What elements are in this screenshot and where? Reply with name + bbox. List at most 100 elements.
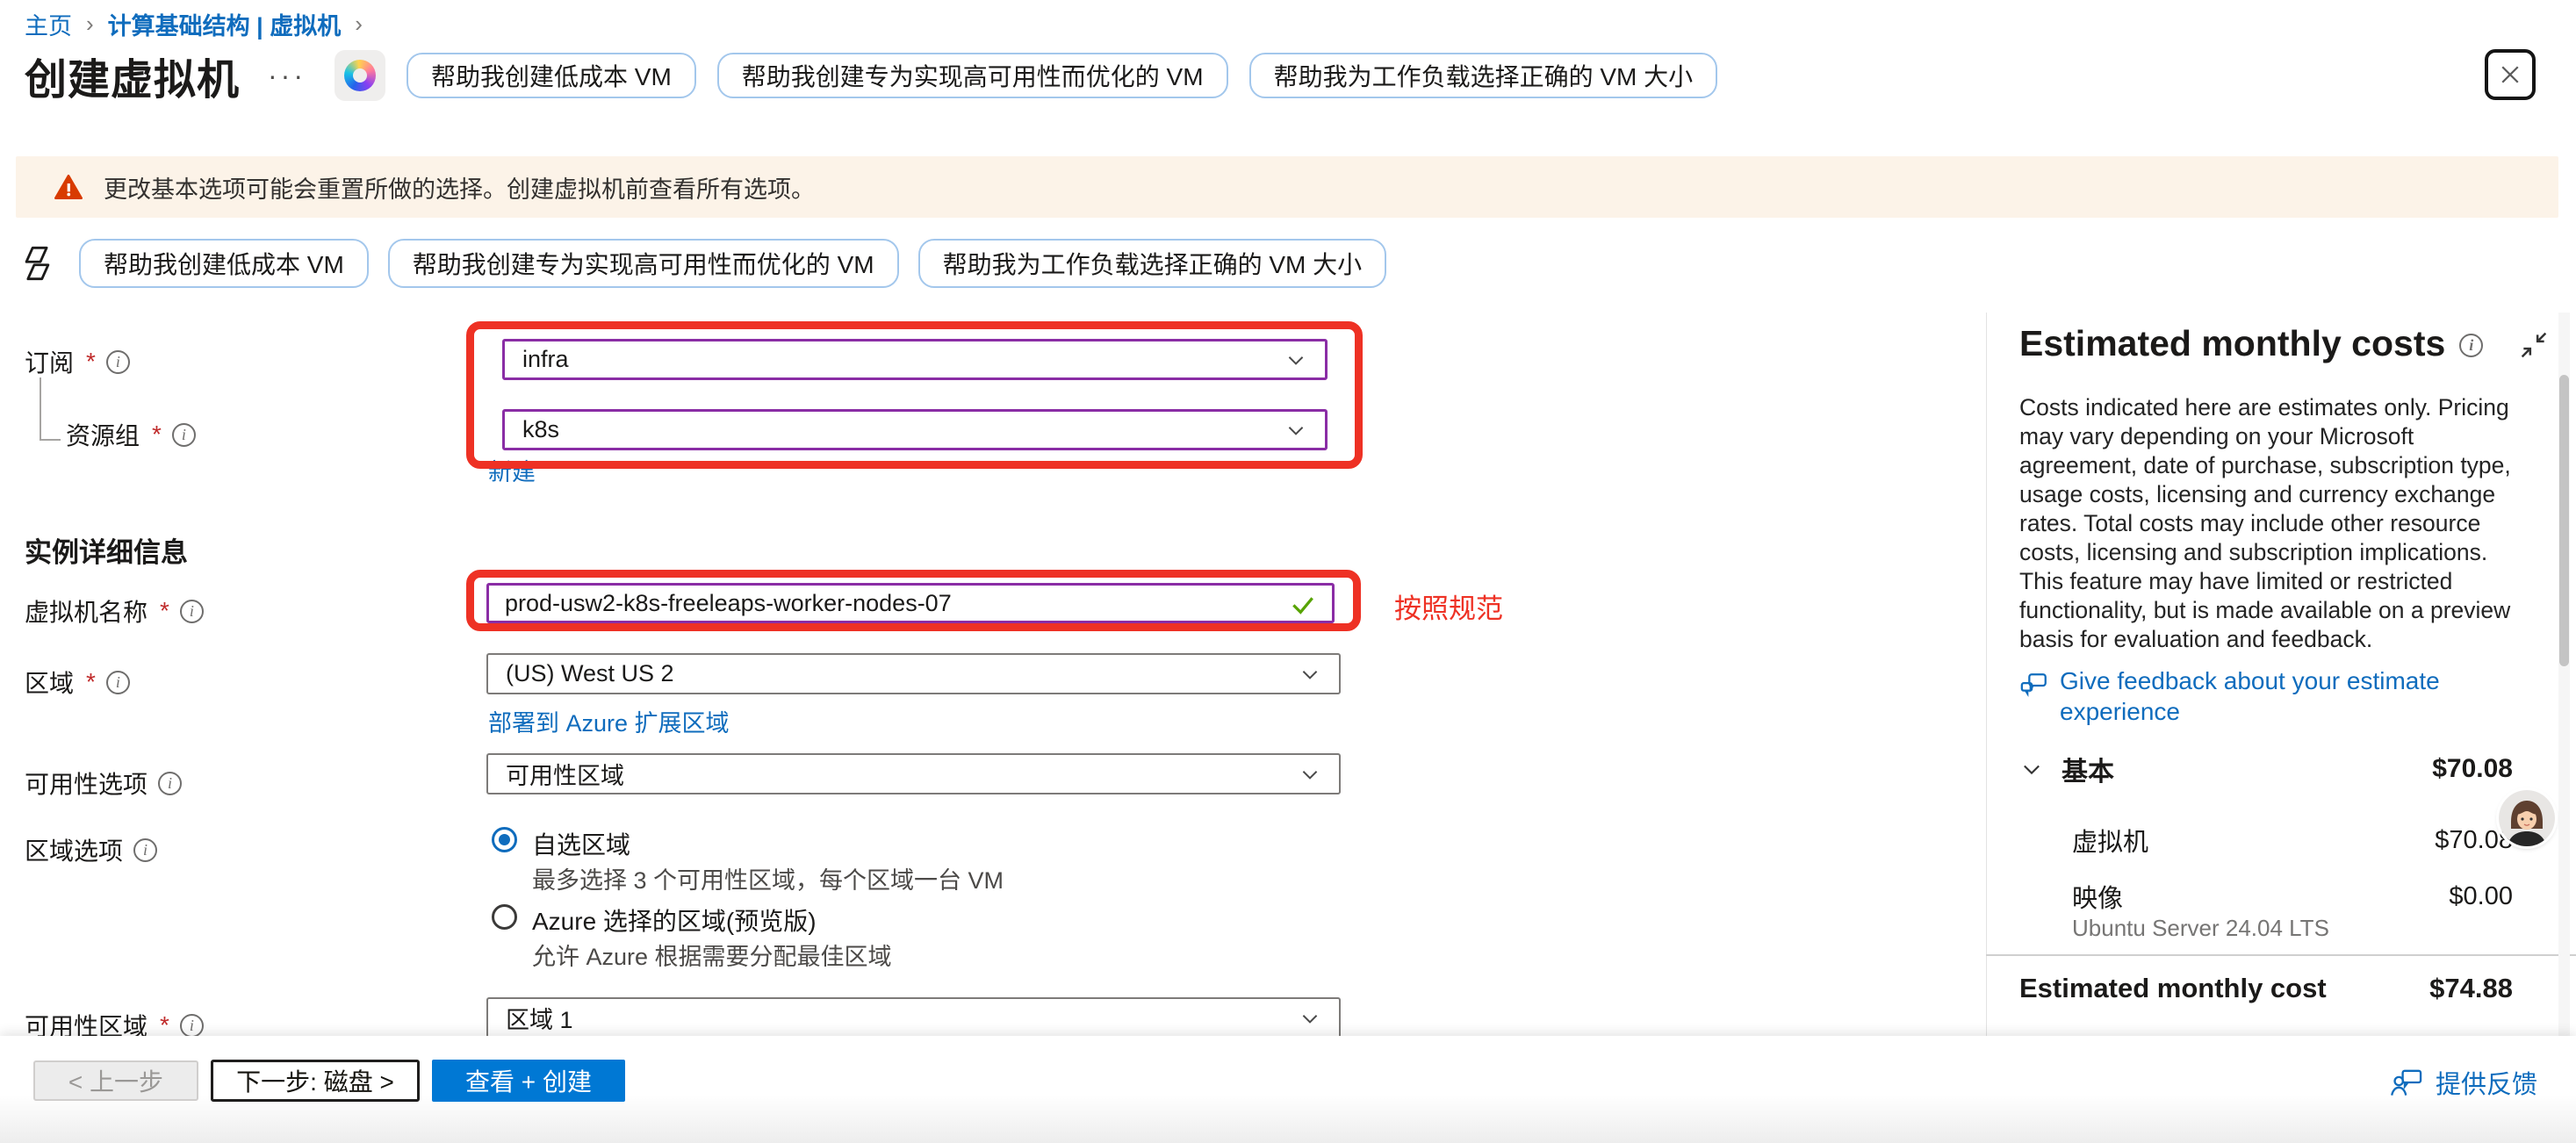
chevron-down-icon <box>1299 1007 1321 1030</box>
suggestion-high-availability-vm[interactable]: 帮助我创建专为实现高可用性而优化的 VM <box>717 53 1228 98</box>
close-icon <box>2497 61 2523 88</box>
breadcrumb-section[interactable]: 计算基础结构 | 虚拟机 <box>108 7 342 41</box>
azure-select-zones-desc: 允许 Azure 根据需要分配最佳区域 <box>532 938 892 972</box>
subscription-dropdown[interactable]: infra <box>502 339 1328 380</box>
copilot-outline-icon <box>21 243 60 284</box>
availability-options-label: 可用性选项 <box>25 766 148 801</box>
availability-options-value: 可用性区域 <box>506 757 624 791</box>
close-button[interactable] <box>2485 49 2536 100</box>
chevron-down-icon <box>1299 663 1321 686</box>
info-icon[interactable]: i <box>172 423 196 447</box>
availability-options-label-row: 可用性选项 i <box>25 766 182 801</box>
self-select-zones-label[interactable]: 自选区域 <box>532 826 630 861</box>
resource-group-value: k8s <box>522 416 559 443</box>
info-icon[interactable]: i <box>158 772 182 795</box>
cost-panel-title-row: Estimated monthly costs i <box>2019 323 2483 364</box>
assist-low-cost-vm[interactable]: 帮助我创建低成本 VM <box>79 239 369 288</box>
cost-total-label: Estimated monthly cost <box>2019 973 2327 1004</box>
more-menu-button[interactable]: ··· <box>261 60 313 92</box>
page-title: 创建虚拟机 <box>25 45 240 106</box>
warning-banner: 更改基本选项可能会重置所做的选择。创建虚拟机前查看所有选项。 <box>16 156 2558 218</box>
breadcrumb-separator: › <box>86 11 94 38</box>
resource-group-label-row: 资源组 * i <box>66 417 196 452</box>
cost-total-value: $74.88 <box>2429 973 2513 1004</box>
cost-total-divider <box>1986 954 2576 956</box>
required-asterisk: * <box>152 421 162 449</box>
scrollbar-thumb[interactable] <box>2559 375 2569 666</box>
required-asterisk: * <box>160 597 169 625</box>
previous-step-button[interactable]: < 上一步 <box>33 1060 198 1101</box>
availability-zone-dropdown[interactable]: 区域 1 <box>486 997 1341 1039</box>
resource-group-dropdown[interactable]: k8s <box>502 409 1328 450</box>
panel-divider <box>1986 313 1987 1036</box>
cost-item-image-label: 映像 <box>2072 878 2123 915</box>
footer-bar: < 上一步 下一步: 磁盘 > 查看 + 创建 提供反馈 <box>0 1036 2576 1143</box>
radio-self-select-zones[interactable] <box>492 827 517 852</box>
copilot-icon <box>344 60 376 91</box>
info-icon[interactable]: i <box>180 600 204 623</box>
chevron-expanded-icon <box>2019 757 2044 781</box>
cost-total-row: Estimated monthly cost $74.88 <box>2019 973 2513 1004</box>
warning-icon <box>54 174 83 200</box>
breadcrumb: 主页 › 计算基础结构 | 虚拟机 › <box>25 7 363 41</box>
title-bar: 创建虚拟机 ··· 帮助我创建低成本 VM 帮助我创建专为实现高可用性而优化的 … <box>25 49 1717 102</box>
estimate-feedback-text: Give feedback about your estimate experi… <box>2060 665 2493 727</box>
cost-panel-description: Costs indicated here are estimates only.… <box>2019 393 2513 654</box>
vm-name-input[interactable] <box>486 583 1335 623</box>
chevron-down-icon <box>1299 763 1321 786</box>
azure-select-zones-label[interactable]: Azure 选择的区域(预览版) <box>532 902 817 938</box>
suggestion-right-vm-size[interactable]: 帮助我为工作负载选择正确的 VM 大小 <box>1249 53 1718 98</box>
collapse-panel-button[interactable] <box>2515 327 2553 365</box>
give-feedback-link[interactable]: 提供反馈 <box>2390 1064 2537 1101</box>
assist-right-vm-size[interactable]: 帮助我为工作负载选择正确的 VM 大小 <box>918 239 1387 288</box>
copilot-assist-row: 帮助我创建低成本 VM 帮助我创建专为实现高可用性而优化的 VM 帮助我为工作负… <box>21 239 1386 288</box>
suggestion-low-cost-vm[interactable]: 帮助我创建低成本 VM <box>407 53 696 98</box>
cost-group-value: $70.08 <box>2432 754 2513 784</box>
person-feedback-icon <box>2390 1068 2423 1097</box>
info-icon[interactable]: i <box>133 838 157 862</box>
availability-zone-value: 区域 1 <box>506 1001 573 1035</box>
required-asterisk: * <box>86 348 96 376</box>
cost-item-image-value: $0.00 <box>2449 882 2513 911</box>
region-label-row: 区域 * i <box>25 665 130 700</box>
region-dropdown[interactable]: (US) West US 2 <box>486 653 1341 694</box>
copilot-button[interactable] <box>335 50 385 101</box>
radio-azure-select-zones[interactable] <box>492 904 517 930</box>
cost-group-label: 基本 <box>2062 750 2114 788</box>
info-icon[interactable]: i <box>180 1014 204 1038</box>
warning-text: 更改基本选项可能会重置所做的选择。创建虚拟机前查看所有选项。 <box>104 170 815 205</box>
info-icon[interactable]: i <box>2459 334 2483 357</box>
tree-connector <box>40 377 61 441</box>
required-asterisk: * <box>86 668 96 696</box>
vm-name-label: 虚拟机名称 <box>25 593 148 629</box>
feedback-icon <box>2019 671 2049 701</box>
resource-group-label: 资源组 <box>66 417 140 452</box>
avatar-image <box>2499 790 2555 846</box>
info-icon[interactable]: i <box>106 350 130 374</box>
create-new-resource-group-link[interactable]: 新建 <box>488 453 536 487</box>
estimate-feedback-link[interactable]: Give feedback about your estimate experi… <box>2019 665 2493 727</box>
cost-item-image: 映像 $0.00 <box>2019 878 2513 915</box>
chevron-down-icon <box>1284 349 1307 371</box>
instance-details-section-title: 实例详细信息 <box>25 530 188 570</box>
breadcrumb-home[interactable]: 主页 <box>25 7 72 41</box>
next-step-disks-button[interactable]: 下一步: 磁盘 > <box>211 1060 420 1102</box>
cost-group-row[interactable]: 基本 $70.08 <box>2019 750 2513 788</box>
breadcrumb-separator: › <box>355 11 363 38</box>
region-value: (US) West US 2 <box>506 660 674 687</box>
create-vm-page: 主页 › 计算基础结构 | 虚拟机 › 创建虚拟机 ··· 帮助我创建低成本 V… <box>0 0 2576 1143</box>
extended-zones-link[interactable]: 部署到 Azure 扩展区域 <box>488 704 730 738</box>
avatar[interactable] <box>2499 790 2555 846</box>
subscription-label-row: 订阅 * i <box>25 344 130 379</box>
zone-options-label: 区域选项 <box>25 832 123 867</box>
review-create-button[interactable]: 查看 + 创建 <box>432 1060 625 1102</box>
self-select-zones-desc: 最多选择 3 个可用性区域，每个区域一台 VM <box>532 861 1004 895</box>
availability-options-dropdown[interactable]: 可用性区域 <box>486 753 1341 794</box>
collapse-icon <box>2516 327 2551 363</box>
info-icon[interactable]: i <box>106 671 130 694</box>
cost-item-vm: 虚拟机 $70.08 <box>2019 822 2513 859</box>
cost-panel-title: Estimated monthly costs <box>2019 323 2445 364</box>
subscription-label: 订阅 <box>25 344 74 379</box>
region-label: 区域 <box>25 665 74 700</box>
assist-high-availability-vm[interactable]: 帮助我创建专为实现高可用性而优化的 VM <box>388 239 899 288</box>
